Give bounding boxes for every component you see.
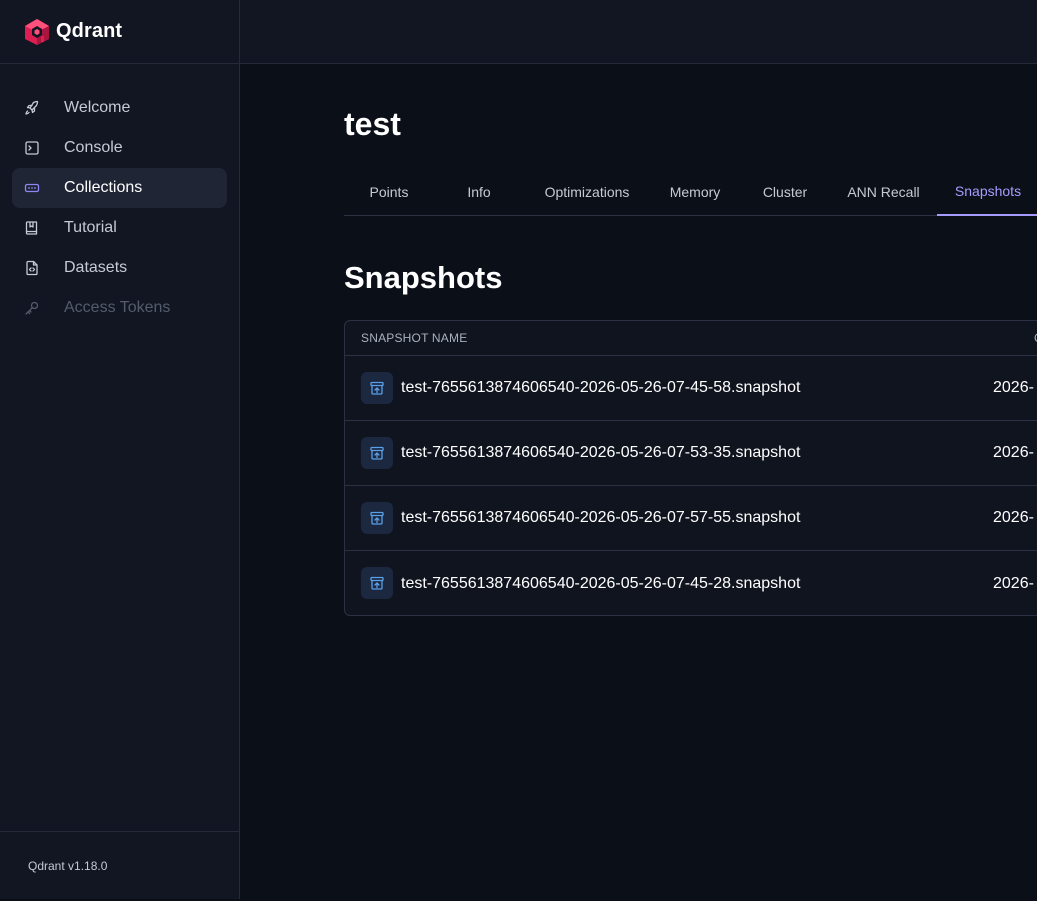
snapshot-created: 2026- <box>993 509 1034 526</box>
tab-info[interactable]: Info <box>434 168 524 216</box>
main-content: test Points Info Optimizations Memory Cl… <box>240 64 1037 899</box>
sidebar-item-label: Access Tokens <box>64 299 171 316</box>
snapshot-name: test-7655613874606540-2026-05-26-07-45-2… <box>401 574 801 592</box>
column-header-snapshot-name[interactable]: SNAPSHOT NAME <box>361 331 467 345</box>
sidebar-item-collections[interactable]: Collections <box>12 168 227 208</box>
top-bar <box>240 0 1037 64</box>
tab-snapshots[interactable]: Snapshots <box>937 168 1037 216</box>
tab-points[interactable]: Points <box>344 168 434 216</box>
sidebar: Qdrant Welcome Console Collections Tutor… <box>0 0 240 899</box>
sidebar-item-label: Datasets <box>64 259 128 276</box>
archive-upload-icon <box>361 437 393 469</box>
version-label: Qdrant v1.18.0 <box>0 831 239 899</box>
terminal-icon <box>24 140 40 156</box>
snapshot-created: 2026- <box>993 574 1034 592</box>
sidebar-item-console[interactable]: Console <box>12 128 227 168</box>
book-icon <box>24 220 40 236</box>
sidebar-item-label: Collections <box>64 179 143 196</box>
rocket-icon <box>24 100 40 116</box>
table-row[interactable]: test-7655613874606540-2026-05-26-07-45-5… <box>345 356 1037 421</box>
tab-optimizations[interactable]: Optimizations <box>524 168 650 216</box>
brand-name: Qdrant <box>56 20 123 42</box>
snapshot-name: test-7655613874606540-2026-05-26-07-57-5… <box>401 509 801 526</box>
sidebar-nav: Welcome Console Collections Tutorial Dat… <box>0 64 239 328</box>
snapshot-created: 2026- <box>993 444 1034 461</box>
file-code-icon <box>24 260 40 276</box>
sidebar-item-tutorial[interactable]: Tutorial <box>12 208 227 248</box>
table-row[interactable]: test-7655613874606540-2026-05-26-07-57-5… <box>345 486 1037 551</box>
brand[interactable]: Qdrant <box>0 0 239 64</box>
archive-upload-icon <box>361 567 393 599</box>
table-row[interactable]: test-7655613874606540-2026-05-26-07-45-2… <box>345 551 1037 615</box>
snapshot-name: test-7655613874606540-2026-05-26-07-45-5… <box>401 379 801 396</box>
sidebar-item-label: Tutorial <box>64 219 117 236</box>
collection-tabs: Points Info Optimizations Memory Cluster… <box>344 168 1037 216</box>
qdrant-logo-icon <box>24 18 50 46</box>
sidebar-item-access-tokens[interactable]: Access Tokens <box>12 288 227 328</box>
snapshot-name: test-7655613874606540-2026-05-26-07-53-3… <box>401 444 801 461</box>
collections-icon <box>24 180 40 196</box>
archive-upload-icon <box>361 502 393 534</box>
archive-upload-icon <box>361 372 393 404</box>
table-row[interactable]: test-7655613874606540-2026-05-26-07-53-3… <box>345 421 1037 486</box>
sidebar-item-datasets[interactable]: Datasets <box>12 248 227 288</box>
key-icon <box>24 300 40 316</box>
section-title: Snapshots <box>344 260 503 295</box>
table-header: SNAPSHOT NAME C <box>345 321 1037 356</box>
tab-memory[interactable]: Memory <box>650 168 740 216</box>
app-window: Qdrant Welcome Console Collections Tutor… <box>0 0 1037 901</box>
page-title: test <box>344 106 401 142</box>
sidebar-item-label: Console <box>64 139 123 156</box>
tab-ann-recall[interactable]: ANN Recall <box>830 168 937 216</box>
sidebar-item-welcome[interactable]: Welcome <box>12 88 227 128</box>
tab-cluster[interactable]: Cluster <box>740 168 830 216</box>
snapshots-table: SNAPSHOT NAME C test-7655613874606540-20… <box>344 320 1037 616</box>
sidebar-item-label: Welcome <box>64 99 131 116</box>
snapshot-created: 2026- <box>993 379 1034 396</box>
